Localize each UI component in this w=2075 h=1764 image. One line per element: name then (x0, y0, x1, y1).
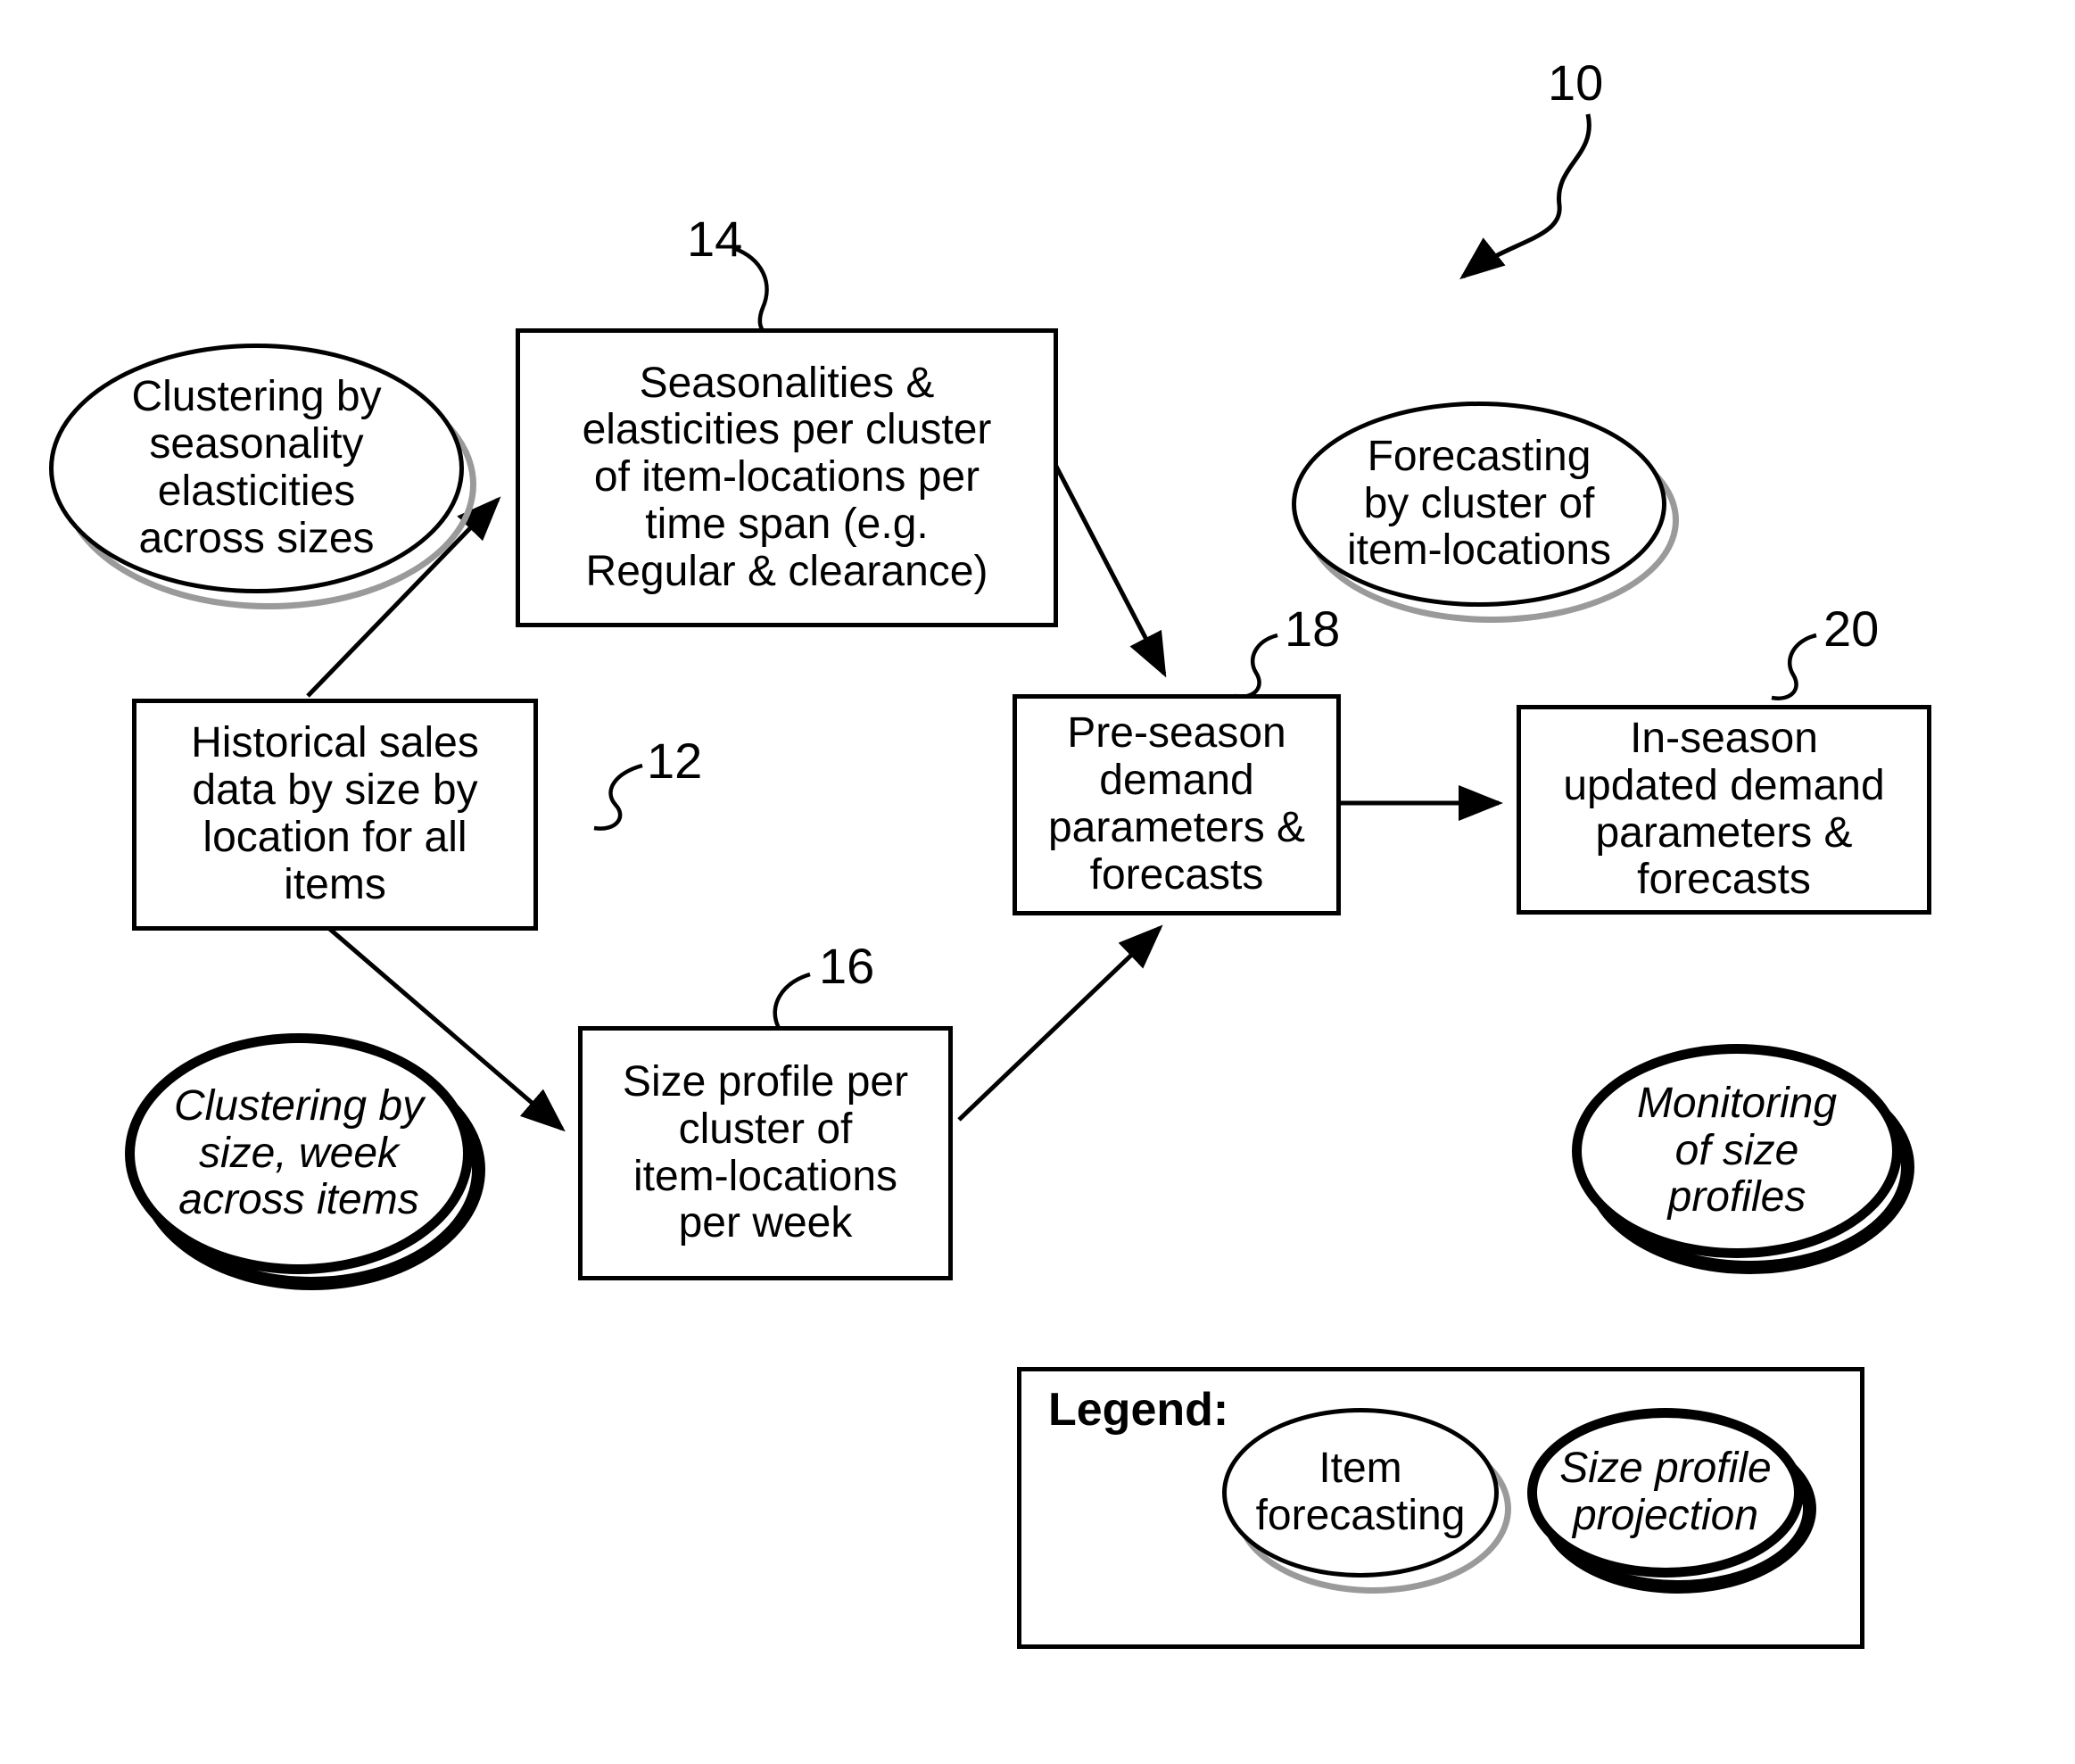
node-line: Monitoring (1636, 1079, 1838, 1127)
ellipse-body: Clustering by size, week across items (125, 1033, 473, 1274)
legend-line: Size profile (1559, 1445, 1772, 1493)
box-line: In-season (1630, 714, 1818, 762)
node-forecasting-by-cluster: Forecasting by cluster of item-locations (1292, 402, 1679, 623)
node-line: of size (1674, 1126, 1799, 1174)
figure-ref-leader-10 (1459, 113, 1591, 280)
reference-numeral-12: 12 (647, 733, 703, 789)
legend-line: forecasting (1255, 1492, 1466, 1539)
node-line: size, week (198, 1129, 400, 1177)
box-line: forecasts (1637, 856, 1811, 904)
box-line: time span (e.g. (645, 500, 929, 548)
node-line: across sizes (138, 514, 375, 562)
ref-leader-18 (1234, 633, 1278, 699)
box-historical-sales-data: Historical sales data by size by locatio… (132, 699, 538, 931)
box-line: data by size by (192, 766, 478, 815)
arrow-seasonalities-to-preseason (1050, 458, 1167, 678)
ref-leader-20 (1771, 633, 1817, 700)
box-line: Regular & clearance) (585, 547, 988, 595)
node-clustering-by-seasonality: Clustering by seasonality elasticities a… (49, 344, 476, 609)
reference-numeral-18: 18 (1285, 600, 1341, 657)
legend-title: Legend: (1048, 1384, 1229, 1436)
box-line: item-locations (632, 1152, 898, 1200)
box-line: location for all (203, 814, 467, 861)
node-line: profiles (1667, 1173, 1806, 1222)
reference-numeral-16: 16 (819, 938, 875, 994)
node-line: Clustering by (131, 373, 382, 421)
figure-canvas: 10 14 12 16 18 20 Clustering by seasonal… (0, 0, 2075, 1764)
ellipse-body: Item forecasting (1222, 1408, 1499, 1578)
box-line: per week (678, 1199, 853, 1247)
node-line: Forecasting (1367, 432, 1591, 480)
reference-numeral-20: 20 (1823, 600, 1880, 657)
box-line: Seasonalities & (639, 359, 935, 407)
node-line: by cluster of (1363, 479, 1595, 527)
legend-line: Item (1319, 1445, 1402, 1493)
reference-numeral-14: 14 (687, 211, 743, 267)
box-line: forecasts (1089, 850, 1264, 899)
box-line: demand (1099, 757, 1254, 805)
node-line: across items (178, 1176, 419, 1224)
box-preseason-demand: Pre-season demand parameters & forecasts (1013, 694, 1341, 915)
legend-size-profile-projection: Size profile projection (1527, 1408, 1816, 1594)
node-line: Clustering by (173, 1081, 425, 1130)
box-line: parameters & (1047, 804, 1306, 851)
node-monitoring-of-size-profiles: Monitoring of size profiles (1572, 1044, 1914, 1274)
node-line: seasonality (149, 420, 364, 468)
box-line: cluster of (678, 1105, 853, 1153)
reference-numeral-10: 10 (1548, 54, 1604, 111)
box-inseason-updated-demand: In-season updated demand parameters & fo… (1517, 705, 1931, 915)
legend-item-forecasting: Item forecasting (1222, 1408, 1511, 1594)
box-line: elasticities per cluster (582, 406, 992, 454)
box-line: updated demand (1563, 761, 1885, 809)
arrow-sizeprofile-to-preseason (957, 924, 1163, 1122)
ellipse-body: Clustering by seasonality elasticities a… (49, 344, 464, 593)
node-line: item-locations (1346, 526, 1612, 575)
legend-line: projection (1572, 1492, 1759, 1539)
node-line: elasticities (157, 468, 356, 515)
box-seasonalities-elasticities: Seasonalities & elasticities per cluster… (516, 328, 1058, 627)
ellipse-body: Size profile projection (1527, 1408, 1804, 1578)
ref-leader-12 (593, 763, 643, 831)
ellipse-body: Monitoring of size profiles (1572, 1044, 1902, 1258)
box-size-profile-per-cluster: Size profile per cluster of item-locatio… (578, 1026, 953, 1280)
box-line: Historical sales (191, 719, 479, 767)
node-clustering-by-size-week: Clustering by size, week across items (125, 1033, 485, 1290)
ellipse-body: Forecasting by cluster of item-locations (1292, 402, 1666, 607)
box-line: of item-locations per (593, 453, 980, 501)
box-line: Pre-season (1067, 709, 1286, 758)
box-line: Size profile per (622, 1057, 909, 1106)
box-line: items (284, 860, 386, 908)
box-line: parameters & (1595, 808, 1853, 857)
